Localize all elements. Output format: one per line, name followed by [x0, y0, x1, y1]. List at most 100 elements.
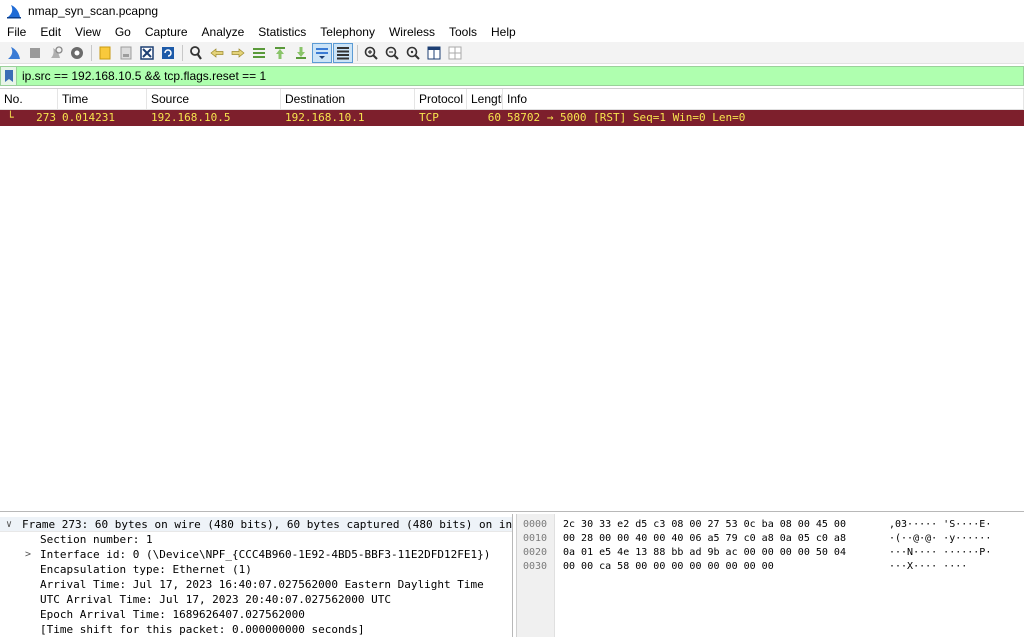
packet-time: 0.014231: [62, 111, 115, 124]
restart-icon: [51, 45, 63, 58]
zoom-out-button[interactable]: [382, 43, 402, 63]
packet-list: No. Time Source Destination Protocol Len…: [0, 88, 1024, 512]
bookmark-icon: [4, 70, 13, 82]
display-filter-bar: [0, 66, 1024, 86]
column-header-time[interactable]: Time: [58, 89, 147, 109]
hex-ascii: ·(··@·@· ·y······: [889, 533, 992, 544]
go-back-button[interactable]: [207, 43, 227, 63]
find-packet-button[interactable]: [186, 43, 206, 63]
column-header-no[interactable]: No.: [0, 89, 58, 109]
hex-bytes: 0a 01 e5 4e 13 88 bb ad 9b ac 00 00 00 0…: [563, 547, 846, 558]
menu-file[interactable]: File: [0, 22, 33, 42]
packet-no-cell: └ 273: [0, 110, 58, 126]
zoom-normal-icon: [406, 46, 420, 60]
colorize-toggle[interactable]: [333, 42, 353, 63]
detail-line[interactable]: UTC Arrival Time: Jul 17, 2023 20:40:07.…: [0, 592, 512, 607]
hex-row[interactable]: 0000 2c 30 33 e2 d5 c3 08 00 27 53 0c ba…: [517, 518, 1024, 531]
menu-statistics[interactable]: Statistics: [251, 22, 313, 42]
hex-offset: 0020: [523, 547, 548, 558]
detail-line[interactable]: Encapsulation type: Ethernet (1): [0, 562, 512, 577]
close-file-icon: [140, 45, 154, 60]
menu-analyze[interactable]: Analyze: [195, 22, 252, 42]
menu-telephony[interactable]: Telephony: [313, 22, 382, 42]
packet-list-header: No. Time Source Destination Protocol Len…: [0, 89, 1024, 110]
chevron-down-icon[interactable]: ∨: [6, 517, 12, 532]
reload-file-button[interactable]: [158, 43, 178, 63]
column-header-destination[interactable]: Destination: [281, 89, 415, 109]
open-file-button[interactable]: [95, 43, 115, 63]
capture-options-button[interactable]: [67, 43, 87, 63]
layout-button[interactable]: [445, 43, 465, 63]
menu-edit[interactable]: Edit: [33, 22, 68, 42]
zoom-normal-button[interactable]: [403, 43, 423, 63]
packet-details-pane: ∨ Frame 273: 60 bytes on wire (480 bits)…: [0, 514, 513, 637]
forward-arrow-icon: [231, 47, 245, 58]
zoom-in-icon: [364, 46, 378, 60]
detail-line-interface[interactable]: > Interface id: 0 (\Device\NPF_{CCC4B960…: [0, 547, 512, 562]
main-toolbar: [0, 42, 1024, 64]
detail-frame-summary[interactable]: ∨ Frame 273: 60 bytes on wire (480 bits)…: [0, 517, 512, 532]
toolbar-separator: [182, 44, 183, 61]
hex-row[interactable]: 0020 0a 01 e5 4e 13 88 bb ad 9b ac 00 00…: [517, 546, 1024, 559]
packet-destination: 192.168.10.1: [285, 111, 365, 124]
last-packet-icon: [296, 46, 306, 59]
restart-capture-button[interactable]: [46, 43, 66, 63]
layout-icon: [448, 46, 462, 59]
hex-ascii: ···N···· ······P·: [889, 547, 992, 558]
hex-offset: 0000: [523, 519, 548, 530]
detail-line[interactable]: Arrival Time: Jul 17, 2023 16:40:07.0275…: [0, 577, 512, 592]
colorize-icon: [337, 46, 349, 59]
packet-length: 60: [487, 111, 501, 124]
menu-capture[interactable]: Capture: [138, 22, 195, 42]
go-forward-button[interactable]: [228, 43, 248, 63]
find-icon: [190, 45, 202, 60]
column-header-source[interactable]: Source: [147, 89, 281, 109]
first-packet-button[interactable]: [270, 43, 290, 63]
hex-bytes: 00 00 ca 58 00 00 00 00 00 00 00 00: [563, 561, 774, 572]
options-gear-icon: [71, 46, 83, 59]
detail-line[interactable]: Section number: 1: [0, 532, 512, 547]
resize-columns-button[interactable]: [424, 43, 444, 63]
back-arrow-icon: [210, 47, 224, 58]
related-packet-indicator-icon: └: [7, 111, 14, 124]
menu-help[interactable]: Help: [484, 22, 523, 42]
autoscroll-icon: [316, 47, 328, 59]
detail-line[interactable]: [Time shift for this packet: 0.000000000…: [0, 622, 512, 637]
packet-no: 273: [36, 111, 56, 124]
menu-tools[interactable]: Tools: [442, 22, 484, 42]
hex-row[interactable]: 0030 00 00 ca 58 00 00 00 00 00 00 00 00…: [517, 560, 1024, 573]
zoom-in-button[interactable]: [361, 43, 381, 63]
toolbar-separator: [91, 44, 92, 61]
hex-row[interactable]: 0010 00 28 00 00 40 00 40 06 a5 79 c0 a8…: [517, 532, 1024, 545]
filter-bookmark-button[interactable]: [1, 67, 17, 85]
packet-bytes-pane: 0000 2c 30 33 e2 d5 c3 08 00 27 53 0c ba…: [516, 514, 1024, 637]
wireshark-fin-icon: [8, 46, 20, 59]
column-header-info[interactable]: Info: [503, 89, 1024, 109]
packet-row[interactable]: └ 273 0.014231 192.168.10.5 192.168.10.1…: [0, 110, 1024, 126]
column-header-protocol[interactable]: Protocol: [415, 89, 467, 109]
open-file-icon: [99, 46, 111, 59]
last-packet-button[interactable]: [291, 43, 311, 63]
hex-bytes: 2c 30 33 e2 d5 c3 08 00 27 53 0c ba 08 0…: [563, 519, 846, 530]
menu-go[interactable]: Go: [108, 22, 138, 42]
column-header-length[interactable]: Lengtl: [467, 89, 503, 109]
chevron-right-icon[interactable]: >: [25, 547, 31, 562]
stop-icon: [30, 47, 40, 58]
save-file-button[interactable]: [116, 43, 136, 63]
hex-offset: 0030: [523, 561, 548, 572]
menu-view[interactable]: View: [68, 22, 108, 42]
close-file-button[interactable]: [137, 43, 157, 63]
display-filter-input[interactable]: [17, 67, 1023, 85]
goto-packet-icon: [253, 47, 265, 58]
wireshark-app-icon: [7, 5, 21, 19]
window-title: nmap_syn_scan.pcapng: [28, 4, 159, 18]
hex-offset: 0010: [523, 533, 548, 544]
go-to-packet-button[interactable]: [249, 43, 269, 63]
autoscroll-toggle[interactable]: [312, 42, 332, 63]
stop-capture-button[interactable]: [25, 43, 45, 63]
packet-protocol: TCP: [419, 111, 439, 124]
start-capture-button[interactable]: [4, 43, 24, 63]
detail-line[interactable]: Epoch Arrival Time: 1689626407.027562000: [0, 607, 512, 622]
menu-wireless[interactable]: Wireless: [382, 22, 442, 42]
reload-icon: [162, 46, 174, 59]
